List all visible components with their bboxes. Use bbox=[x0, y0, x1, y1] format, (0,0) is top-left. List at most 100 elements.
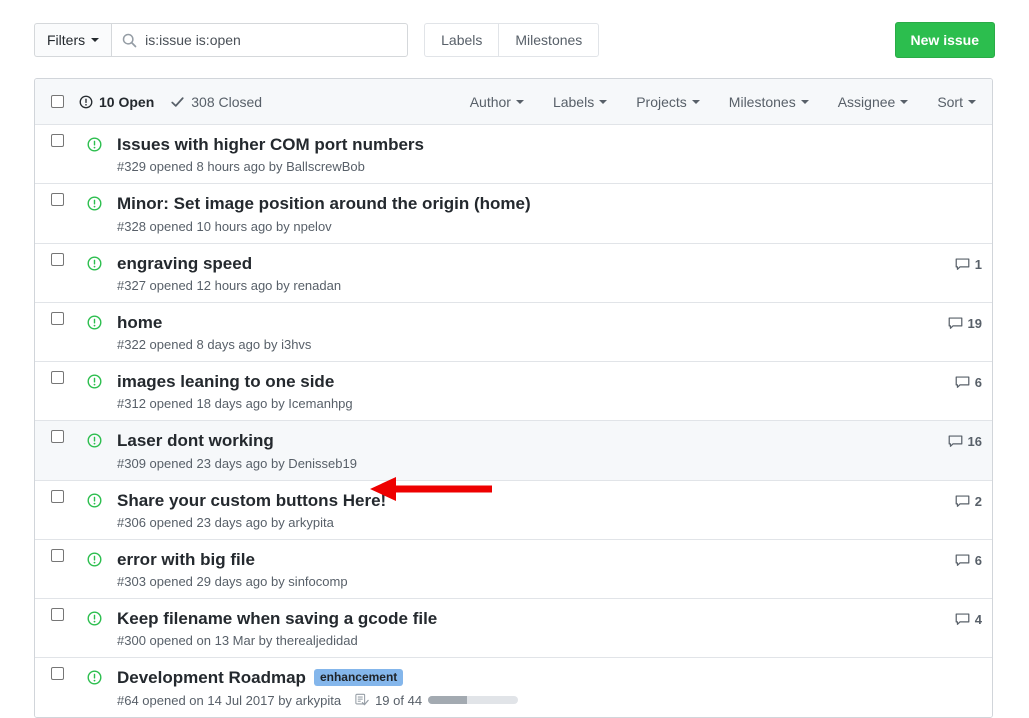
filters-button[interactable]: Filters bbox=[34, 23, 111, 57]
issue-title-link[interactable]: Development Roadmap bbox=[117, 667, 306, 688]
issue-title-line: error with big file bbox=[117, 549, 912, 570]
issue-row[interactable]: engraving speed#327 opened 12 hours ago … bbox=[35, 244, 992, 303]
issue-content: engraving speed#327 opened 12 hours ago … bbox=[109, 253, 912, 293]
issue-title-link[interactable]: images leaning to one side bbox=[117, 371, 334, 392]
issue-meta: #328 opened 10 hours ago by npelov bbox=[117, 219, 912, 234]
check-icon bbox=[170, 95, 185, 109]
issue-meta: #306 opened 23 days ago by arkypita bbox=[117, 515, 912, 530]
issue-meta: #312 opened 18 days ago by Icemanhpg bbox=[117, 396, 912, 411]
issue-title-link[interactable]: error with big file bbox=[117, 549, 255, 570]
issue-title-line: images leaning to one side bbox=[117, 371, 912, 392]
issue-row[interactable]: Development Roadmap enhancement #64 opened… bbox=[35, 658, 992, 716]
issue-title-link[interactable]: Keep filename when saving a gcode file bbox=[117, 608, 437, 629]
issue-row[interactable]: images leaning to one side #312 opened 18… bbox=[35, 362, 992, 421]
comment-icon bbox=[955, 494, 970, 509]
issue-content: images leaning to one side #312 opened 18… bbox=[109, 371, 912, 411]
open-issues-filter[interactable]: 10 Open bbox=[79, 94, 154, 110]
issue-icon-cell bbox=[79, 371, 109, 389]
search-input[interactable]: is:issue is:open bbox=[111, 23, 408, 57]
sort-filter-dropdown[interactable]: Sort bbox=[937, 94, 976, 110]
issue-checkbox[interactable] bbox=[51, 312, 64, 325]
issues-rows: Issues with higher COM port numbers #329 … bbox=[35, 125, 992, 717]
comment-icon bbox=[955, 257, 970, 272]
new-issue-button[interactable]: New issue bbox=[895, 22, 995, 58]
comment-count-value: 2 bbox=[975, 494, 982, 509]
issue-checkbox[interactable] bbox=[51, 667, 64, 680]
issue-comment-count[interactable]: 6 bbox=[912, 371, 982, 390]
issue-checkbox-cell bbox=[35, 490, 79, 503]
issue-checkbox[interactable] bbox=[51, 490, 64, 503]
search-icon bbox=[122, 33, 137, 48]
labels-filter-label: Labels bbox=[553, 94, 594, 110]
issue-checkbox[interactable] bbox=[51, 193, 64, 206]
issue-icon-cell bbox=[79, 667, 109, 685]
closed-issues-filter[interactable]: 308 Closed bbox=[170, 94, 262, 110]
issue-checkbox[interactable] bbox=[51, 430, 64, 443]
issue-meta: #303 opened 29 days ago by sinfocomp bbox=[117, 574, 912, 589]
chevron-down-icon bbox=[968, 100, 976, 104]
labels-button[interactable]: Labels bbox=[424, 23, 498, 57]
milestones-button[interactable]: Milestones bbox=[498, 23, 599, 57]
issue-comment-count[interactable]: 4 bbox=[912, 608, 982, 627]
issue-title-line: home bbox=[117, 312, 912, 333]
issue-row[interactable]: Issues with higher COM port numbers #329 … bbox=[35, 125, 992, 184]
author-filter-dropdown[interactable]: Author bbox=[470, 94, 524, 110]
issue-comment-count[interactable]: 1 bbox=[912, 253, 982, 272]
issue-title-link[interactable]: Laser dont working bbox=[117, 430, 274, 451]
issue-title-link[interactable]: engraving speed bbox=[117, 253, 252, 274]
issue-comment-count[interactable]: 6 bbox=[912, 549, 982, 568]
issue-content: Issues with higher COM port numbers #329 … bbox=[109, 134, 912, 174]
issue-meta-text: #329 opened 8 hours ago by BallscrewBob bbox=[117, 159, 365, 174]
labels-filter-dropdown[interactable]: Labels bbox=[553, 94, 607, 110]
issue-checkbox[interactable] bbox=[51, 253, 64, 266]
issue-title-link[interactable]: Minor: Set image position around the ori… bbox=[117, 193, 531, 214]
issue-comment-count[interactable]: 16 bbox=[912, 430, 982, 449]
issue-comment-count[interactable]: 19 bbox=[912, 312, 982, 331]
assignee-filter-dropdown[interactable]: Assignee bbox=[838, 94, 909, 110]
select-all-cell bbox=[35, 95, 79, 108]
chevron-down-icon bbox=[91, 38, 99, 42]
issue-row[interactable]: error with big file #303 opened 29 days a… bbox=[35, 540, 992, 599]
issue-checkbox-cell bbox=[35, 608, 79, 621]
issue-checkbox-cell bbox=[35, 430, 79, 443]
issue-content: Minor: Set image position around the ori… bbox=[109, 193, 912, 233]
issue-opened-icon bbox=[87, 611, 102, 626]
issue-content: error with big file #303 opened 29 days a… bbox=[109, 549, 912, 589]
issue-meta: #64 opened on 14 Jul 2017 by arkypita 19 … bbox=[117, 693, 912, 708]
assignee-filter-label: Assignee bbox=[838, 94, 896, 110]
issue-content: Development Roadmap enhancement #64 opened… bbox=[109, 667, 912, 707]
issue-checkbox[interactable] bbox=[51, 608, 64, 621]
task-progress-count: 19 of 44 bbox=[375, 693, 422, 708]
filters-button-label: Filters bbox=[47, 32, 85, 48]
issue-checkbox[interactable] bbox=[51, 134, 64, 147]
issue-title-link[interactable]: Share your custom buttons Here! bbox=[117, 490, 386, 511]
issue-row[interactable]: Minor: Set image position around the ori… bbox=[35, 184, 992, 243]
comment-icon bbox=[955, 375, 970, 390]
issue-row[interactable]: Keep filename when saving a gcode file#3… bbox=[35, 599, 992, 658]
comment-count-value: 4 bbox=[975, 612, 982, 627]
milestones-filter-dropdown[interactable]: Milestones bbox=[729, 94, 809, 110]
chevron-down-icon bbox=[900, 100, 908, 104]
issue-title-link[interactable]: home bbox=[117, 312, 162, 333]
issue-label-badge[interactable]: enhancement bbox=[314, 669, 403, 686]
issue-title-line: Share your custom buttons Here! bbox=[117, 490, 912, 511]
issue-opened-icon bbox=[87, 315, 102, 330]
issue-meta-text: #64 opened on 14 Jul 2017 by arkypita bbox=[117, 693, 341, 708]
header-filter-dropdowns: Author Labels Projects Milestones Assign… bbox=[470, 94, 982, 110]
projects-filter-dropdown[interactable]: Projects bbox=[636, 94, 700, 110]
issue-meta-text: #328 opened 10 hours ago by npelov bbox=[117, 219, 332, 234]
select-all-checkbox[interactable] bbox=[51, 95, 64, 108]
issue-comment-count[interactable]: 2 bbox=[912, 490, 982, 509]
issue-title-link[interactable]: Issues with higher COM port numbers bbox=[117, 134, 424, 155]
tasklist-icon bbox=[355, 693, 369, 707]
issue-opened-icon bbox=[87, 493, 102, 508]
issue-checkbox[interactable] bbox=[51, 549, 64, 562]
issue-icon-cell bbox=[79, 549, 109, 567]
issue-row[interactable]: Laser dont working#309 opened 23 days ag… bbox=[35, 421, 992, 480]
issue-checkbox-cell bbox=[35, 193, 79, 206]
issue-row[interactable]: Share your custom buttons Here! #306 open… bbox=[35, 481, 992, 540]
issue-checkbox-cell bbox=[35, 549, 79, 562]
issue-row[interactable]: home#322 opened 8 days ago by i3hvs19 bbox=[35, 303, 992, 362]
issue-checkbox[interactable] bbox=[51, 371, 64, 384]
chevron-down-icon bbox=[692, 100, 700, 104]
